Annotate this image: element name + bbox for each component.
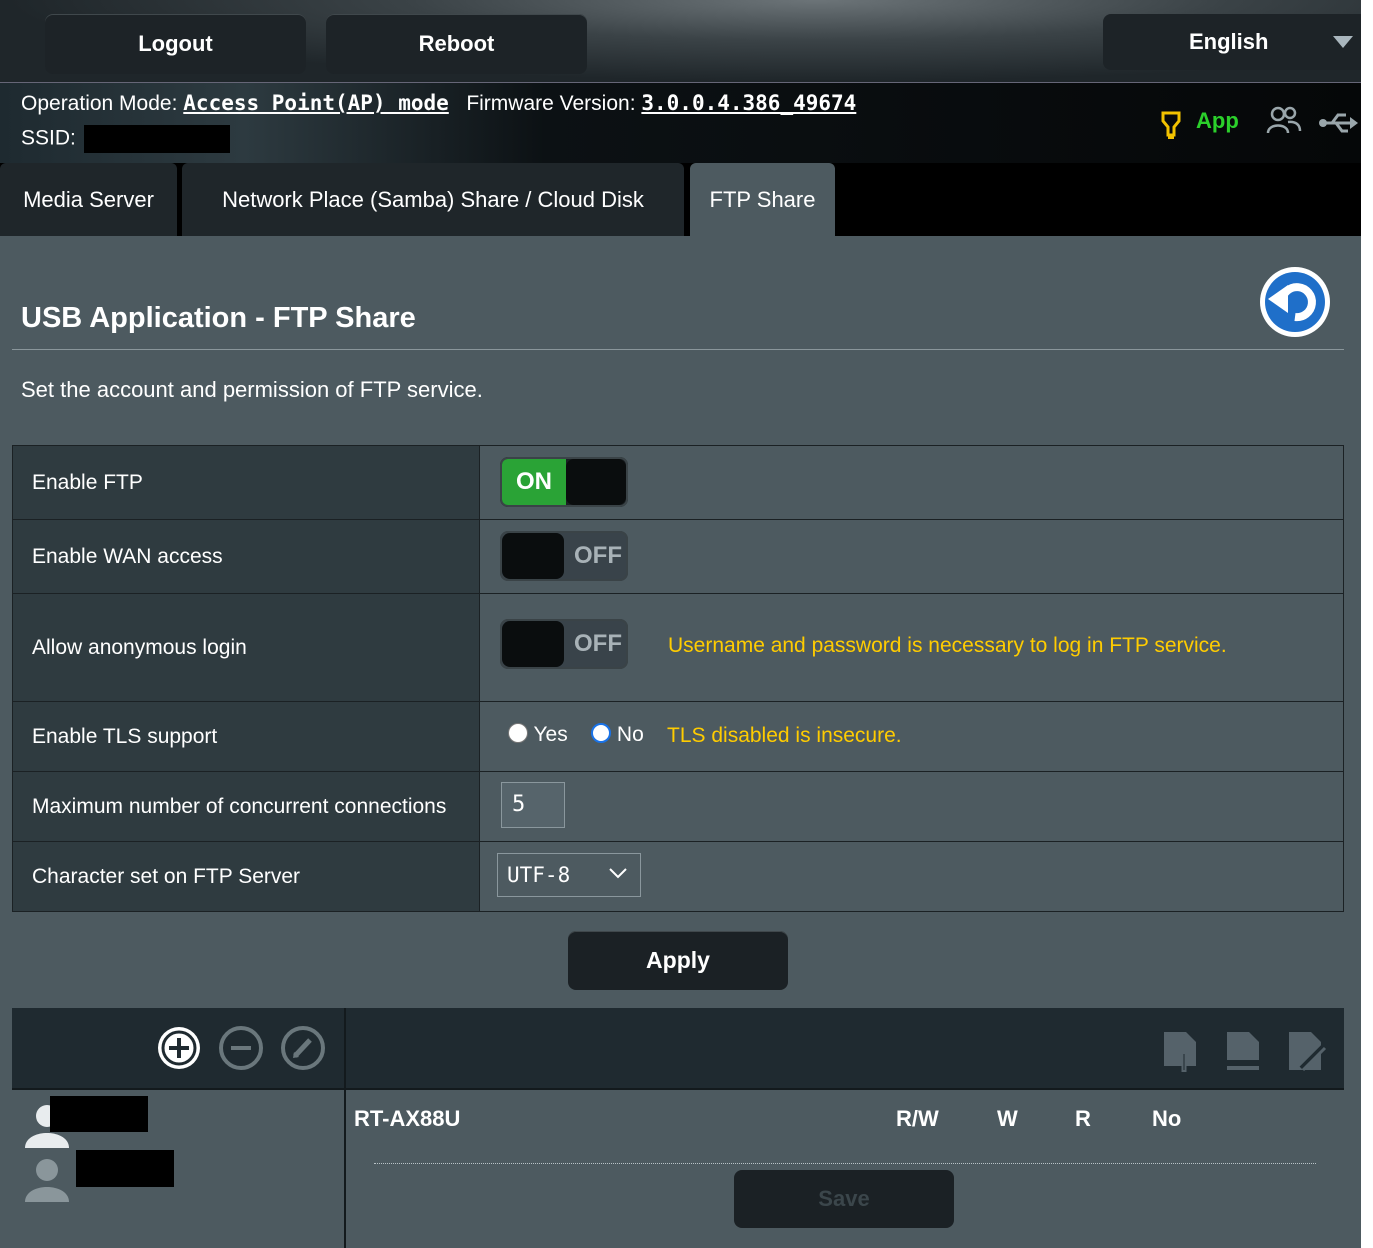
toggle-on-label: ON: [502, 459, 566, 505]
router-admin-page: Logout Reboot English Operation Mode: Ac…: [0, 0, 1361, 1248]
toggle-off-label: OFF: [574, 630, 622, 657]
status-line: Operation Mode: Access Point(AP) mode Fi…: [21, 91, 856, 116]
tls-yes-label[interactable]: Yes: [533, 723, 567, 746]
tab-samba-share[interactable]: Network Place (Samba) Share / Cloud Disk: [182, 163, 684, 236]
add-folder-icon[interactable]: [1162, 1030, 1200, 1079]
anonymous-login-toggle[interactable]: OFF: [500, 619, 628, 669]
setting-row-enable-ftp: Enable FTP ON: [12, 445, 1344, 520]
enable-wan-label: Enable WAN access: [12, 519, 480, 594]
toggle-knob: [502, 533, 564, 579]
app-link[interactable]: App: [1196, 108, 1239, 134]
setting-row-charset: Character set on FTP Server UTF-8: [12, 841, 1344, 912]
device-name: RT-AX88U: [354, 1106, 461, 1131]
status-bar: Operation Mode: Access Point(AP) mode Fi…: [0, 83, 1361, 163]
firmware-label: Firmware Version:: [466, 92, 636, 115]
toggle-off-label: OFF: [574, 542, 622, 569]
tls-label: Enable TLS support: [12, 701, 480, 772]
edit-account-icon[interactable]: [280, 1025, 326, 1076]
edit-folder-icon[interactable]: [1287, 1030, 1327, 1079]
language-select[interactable]: English: [1103, 14, 1361, 70]
tls-cell: Yes No TLS disabled is insecure.: [479, 701, 1344, 772]
enable-wan-toggle[interactable]: OFF: [500, 531, 628, 581]
add-account-icon[interactable]: [155, 1024, 203, 1077]
enable-ftp-toggle[interactable]: ON: [500, 457, 628, 507]
tls-no-radio[interactable]: [591, 723, 612, 743]
tab-media-server[interactable]: Media Server: [0, 163, 177, 236]
setting-row-max-connections: Maximum number of concurrent connections…: [12, 771, 1344, 842]
ftp-settings-table: Enable FTP ON Enable WAN access OFF Allo…: [12, 445, 1344, 912]
language-label: English: [1189, 29, 1269, 54]
usb-icon[interactable]: [1318, 111, 1358, 140]
user-avatar-icon[interactable]: [22, 1156, 72, 1207]
delete-folder-icon[interactable]: [1225, 1030, 1263, 1079]
logout-button[interactable]: Logout: [45, 14, 306, 74]
firmware-link[interactable]: 3.0.0.4.386_49674: [641, 91, 856, 115]
reboot-button[interactable]: Reboot: [326, 14, 587, 74]
users-icon[interactable]: [1266, 105, 1302, 140]
setting-row-tls: Enable TLS support Yes No TLS disabled i…: [12, 701, 1344, 772]
toggle-knob: [502, 621, 564, 667]
page-title: USB Application - FTP Share: [21, 302, 416, 334]
back-arrow-icon[interactable]: [1258, 265, 1332, 344]
page-description: Set the account and permission of FTP se…: [21, 377, 483, 402]
remove-account-icon[interactable]: [218, 1025, 264, 1076]
account-list: [12, 1090, 344, 1248]
account-name-redacted[interactable]: [50, 1096, 148, 1132]
toggle-knob: [566, 459, 626, 505]
tab-bar: Media Server Network Place (Samba) Share…: [0, 163, 1361, 236]
chevron-down-icon: [609, 868, 627, 879]
charset-label: Character set on FTP Server: [12, 841, 480, 912]
charset-select[interactable]: UTF-8: [497, 853, 641, 897]
permission-rw-header: R/W: [896, 1106, 939, 1131]
enable-ftp-label: Enable FTP: [12, 445, 480, 520]
permission-divider: [374, 1163, 1316, 1164]
account-panel: RT-AX88U R/W W R No Save: [12, 1008, 1344, 1248]
anonymous-login-cell: OFF Username and password is necessary t…: [479, 593, 1344, 702]
max-connections-input[interactable]: 5: [501, 782, 565, 828]
tab-ftp-share[interactable]: FTP Share: [690, 163, 835, 236]
account-name-redacted[interactable]: [76, 1150, 174, 1187]
permission-panel: RT-AX88U R/W W R No Save: [346, 1090, 1344, 1248]
top-bar: Logout Reboot English: [0, 0, 1361, 83]
permission-r-header: R: [1075, 1106, 1091, 1131]
permission-w-header: W: [997, 1106, 1018, 1131]
anonymous-login-label: Allow anonymous login: [12, 593, 480, 702]
permission-no-header: No: [1152, 1106, 1182, 1131]
tls-no-label[interactable]: No: [617, 723, 644, 746]
chevron-down-icon: [1333, 36, 1353, 48]
charset-cell: UTF-8: [479, 841, 1344, 912]
max-connections-cell: 5: [479, 771, 1344, 842]
title-divider: [12, 349, 1344, 350]
enable-ftp-cell: ON: [479, 445, 1344, 520]
anonymous-login-note: Username and password is necessary to lo…: [668, 634, 1227, 657]
max-connections-label: Maximum number of concurrent connections: [12, 771, 480, 842]
app-icon[interactable]: [1160, 111, 1182, 146]
operation-mode-link[interactable]: Access Point(AP) mode: [183, 91, 449, 115]
tls-radio-group: Yes No: [508, 723, 644, 747]
setting-row-anonymous: Allow anonymous login OFF Username and p…: [12, 593, 1344, 702]
ssid-line: SSID:: [21, 125, 230, 153]
ssid-label: SSID:: [21, 126, 76, 150]
save-button[interactable]: Save: [734, 1170, 954, 1228]
account-toolbar: [12, 1008, 1344, 1088]
tls-yes-radio[interactable]: [508, 723, 528, 743]
enable-wan-cell: OFF: [479, 519, 1344, 594]
apply-button[interactable]: Apply: [568, 931, 788, 990]
setting-row-enable-wan: Enable WAN access OFF: [12, 519, 1344, 594]
ssid-redacted: [83, 125, 230, 153]
charset-value: UTF-8: [507, 863, 571, 887]
tls-note: TLS disabled is insecure.: [667, 724, 902, 747]
operation-mode-label: Operation Mode:: [21, 92, 178, 115]
